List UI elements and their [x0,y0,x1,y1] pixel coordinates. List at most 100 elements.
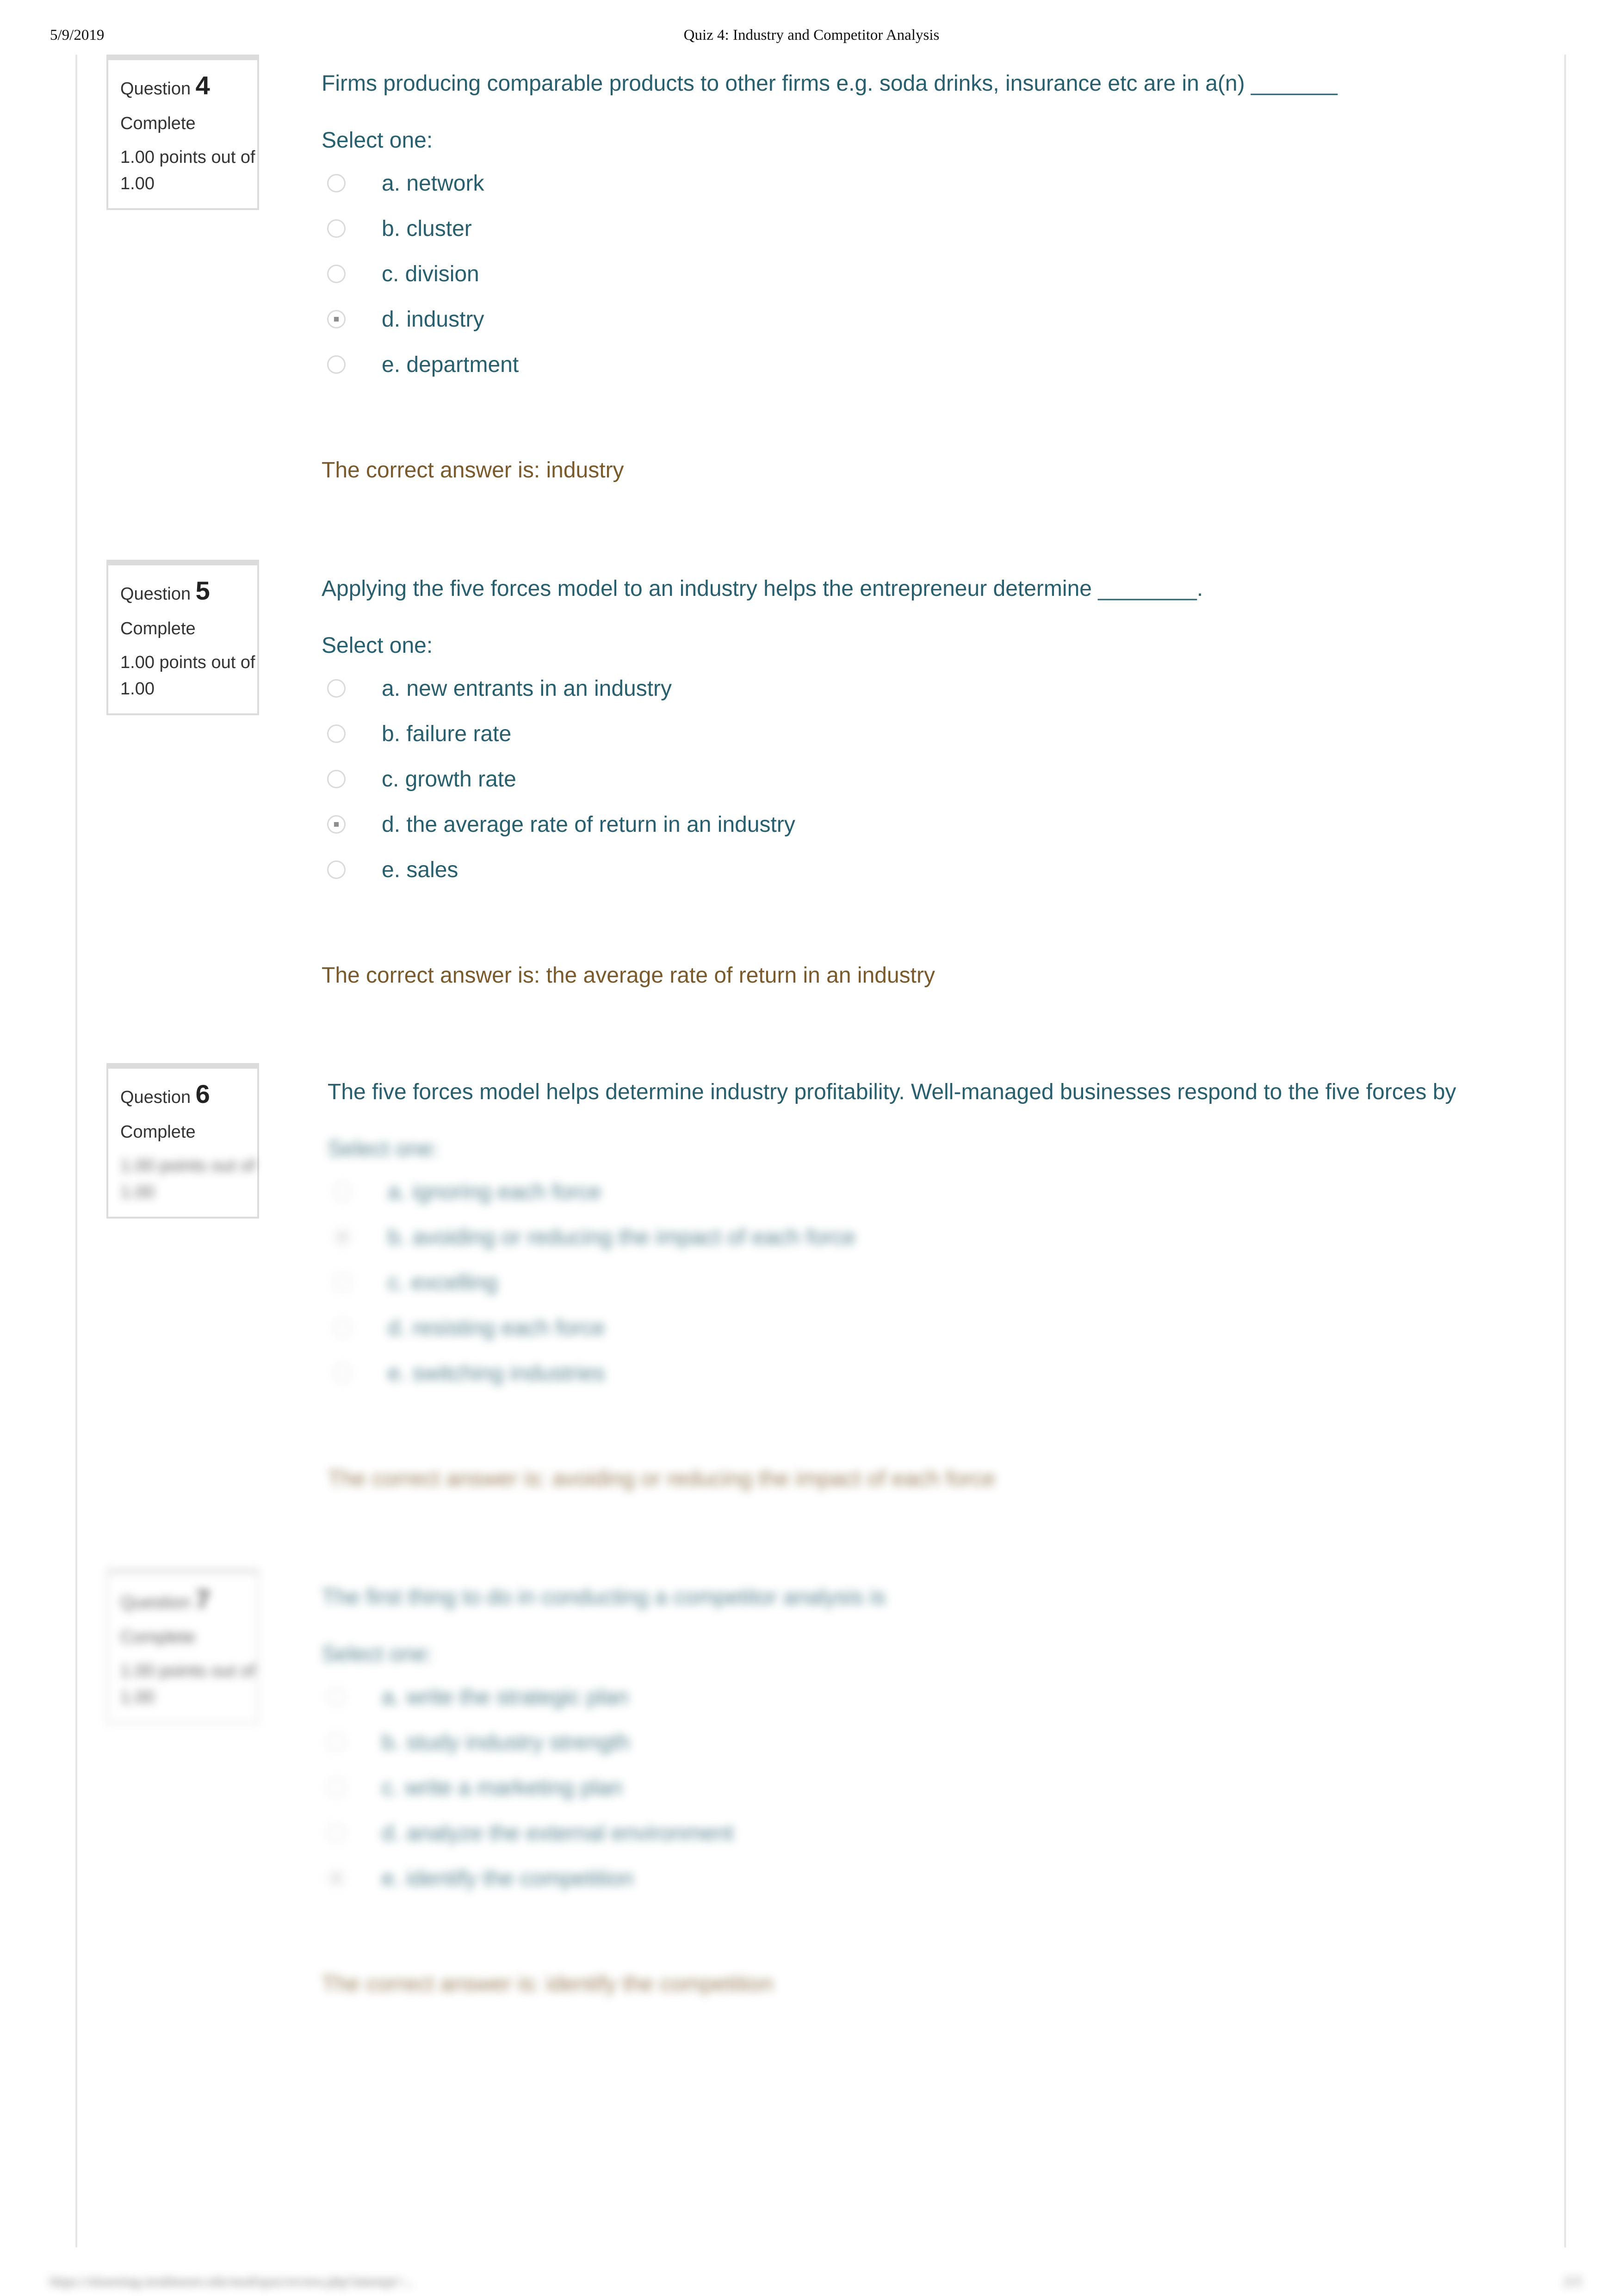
answer-label: b. study industry strength [382,1730,630,1755]
answer-option[interactable]: c. growth rate [322,756,1484,802]
radio-button-icon[interactable] [327,1688,346,1706]
answer-label: a. ignoring each force [388,1179,601,1204]
answer-option[interactable]: a. new entrants in an industry [322,666,1484,711]
question-state: Complete [120,619,196,638]
answer-option[interactable]: e. department [322,342,1484,387]
question-state: Complete [120,1122,196,1142]
radio-button-icon[interactable] [327,219,346,238]
radio-button-checked-icon[interactable] [333,1228,352,1246]
radio-button-icon[interactable] [327,1824,346,1842]
question-text: The first thing to do in conducting a co… [322,1585,886,1609]
answer-label: d. the average rate of return in an indu… [382,812,795,837]
radio-button-icon[interactable] [327,265,346,283]
question-number: Question 6 [120,1079,210,1108]
answer-option[interactable]: c. division [322,251,1484,297]
answer-label: a. new entrants in an industry [382,676,672,701]
radio-button-icon[interactable] [327,174,346,192]
question-content: The first thing to do in conducting a co… [322,1583,1484,1997]
radio-button-icon[interactable] [333,1318,352,1337]
correct-answer-feedback: The correct answer is: identify the comp… [322,1972,774,1996]
answer-label: b. cluster [382,216,472,241]
question-info-box: Question 5 Complete 1.00 points out of 1… [106,560,259,715]
answer-option[interactable]: a. ignoring each force [328,1169,1484,1214]
answer-list: a. ignoring each force b. avoiding or re… [328,1169,1484,1396]
question-info-box: Question 7 Complete 1.00 points out of 1… [106,1568,259,1724]
answer-option[interactable]: d. industry [322,297,1484,342]
print-date: 5/9/2019 [50,27,105,43]
answer-option[interactable]: e. switching industries [328,1350,1484,1396]
answer-list: a. network b. cluster c. division d. ind… [322,161,1484,387]
answer-option[interactable]: e. identify the competition [322,1856,1484,1901]
question-text: The five forces model helps determine in… [328,1080,1456,1104]
answer-option[interactable]: b. avoiding or reducing the impact of ea… [328,1214,1484,1260]
question-content: Applying the five forces model to an ind… [322,575,1484,988]
answer-label: d. industry [382,307,484,332]
footer-page-number: 2/3 [1563,2274,1581,2289]
question-grade: 1.00 points out of 1.00 [120,653,255,699]
question-number: Question 7 [120,1584,210,1614]
select-one-prompt: Select one: [322,128,433,153]
answer-label: c. write a marketing plan [382,1775,623,1800]
blurred-region: Select one: a. ignoring each force b. av… [328,1136,1484,1491]
radio-button-icon[interactable] [327,1733,346,1751]
answer-option[interactable]: e. sales [322,847,1484,892]
answer-label: e. switching industries [388,1361,605,1386]
answer-option[interactable]: a. network [322,161,1484,206]
answer-option[interactable]: d. resisting each force [328,1305,1484,1350]
question-number: Question 4 [120,71,210,100]
answer-option[interactable]: b. cluster [322,206,1484,251]
question-text: Firms producing comparable products to o… [322,71,1338,96]
radio-button-icon[interactable] [327,770,346,788]
question-text: Applying the five forces model to an ind… [322,576,1203,601]
answer-label: d. analyze the external environment [382,1820,734,1845]
question-state: Complete [120,114,196,133]
question-grade: 1.00 points out of 1.00 [120,148,255,193]
select-one-prompt: Select one: [328,1137,439,1161]
radio-button-checked-icon[interactable] [327,1869,346,1888]
answer-label: b. failure rate [382,721,512,746]
question-grade: 1.00 points out of 1.00 [120,1156,255,1202]
correct-answer-feedback: The correct answer is: industry [322,458,624,483]
radio-button-icon[interactable] [333,1364,352,1382]
correct-answer-feedback: The correct answer is: avoiding or reduc… [328,1467,996,1491]
correct-answer-feedback: The correct answer is: the average rate … [322,963,935,988]
answer-option[interactable]: c. excelling [328,1260,1484,1305]
answer-label: e. identify the competition [382,1866,634,1891]
question-info-box: Question 4 Complete 1.00 points out of 1… [106,55,259,210]
answer-option[interactable]: a. write the strategic plan [322,1674,1484,1720]
answer-list: a. new entrants in an industry b. failur… [322,666,1484,892]
answer-label: e. department [382,352,519,377]
question-state: Complete [120,1628,196,1647]
radio-button-icon[interactable] [327,724,346,743]
question-info-box: Question 6 Complete 1.00 points out of 1… [106,1063,259,1219]
radio-button-icon[interactable] [333,1273,352,1292]
radio-button-icon[interactable] [327,679,346,698]
question-content: The five forces model helps determine in… [328,1078,1484,1491]
footer-url: https://elearning.strathmore.edu/mod/qui… [50,2274,414,2289]
radio-button-icon[interactable] [327,1778,346,1797]
answer-option[interactable]: b. study industry strength [322,1720,1484,1765]
answer-label: a. write the strategic plan [382,1684,629,1709]
answer-option[interactable]: b. failure rate [322,711,1484,756]
radio-button-icon[interactable] [327,355,346,374]
answer-option[interactable]: c. write a marketing plan [322,1765,1484,1810]
answer-label: c. growth rate [382,767,516,792]
answer-label: e. sales [382,857,458,882]
select-one-prompt: Select one: [322,1642,433,1666]
answer-label: c. excelling [388,1270,498,1295]
radio-button-checked-icon[interactable] [327,310,346,328]
answer-label: a. network [382,171,484,196]
question-content: Firms producing comparable products to o… [322,69,1484,483]
question-grade: 1.00 points out of 1.00 [120,1661,255,1707]
radio-button-icon[interactable] [333,1182,352,1201]
question-number: Question 5 [120,576,210,605]
document-title: Quiz 4: Industry and Competitor Analysis [683,27,940,43]
answer-label: d. resisting each force [388,1315,605,1340]
select-one-prompt: Select one: [322,633,433,658]
answer-label: b. avoiding or reducing the impact of ea… [388,1225,856,1250]
answer-list: a. write the strategic plan b. study ind… [322,1674,1484,1901]
answer-option[interactable]: d. the average rate of return in an indu… [322,802,1484,847]
radio-button-icon[interactable] [327,860,346,879]
radio-button-checked-icon[interactable] [327,815,346,834]
answer-option[interactable]: d. analyze the external environment [322,1810,1484,1856]
